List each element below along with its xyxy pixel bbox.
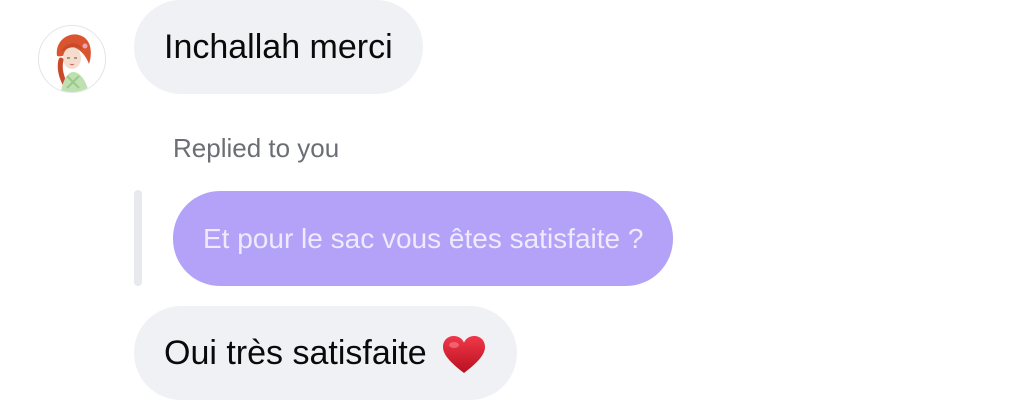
message-text: Oui très satisfaite bbox=[164, 333, 427, 372]
reply-indicator-bar bbox=[134, 190, 142, 286]
message-bubble-incoming[interactable]: Oui très satisfaite bbox=[134, 306, 517, 400]
quoted-message-bubble[interactable]: Et pour le sac vous êtes satisfaite ? bbox=[173, 191, 674, 286]
quoted-message-text: Et pour le sac vous êtes satisfaite ? bbox=[203, 222, 644, 254]
reply-context-label: Replied to you bbox=[173, 133, 340, 163]
message-bubble-incoming[interactable]: Inchallah merci bbox=[134, 0, 423, 94]
heart-icon bbox=[441, 335, 487, 375]
message-text: Inchallah merci bbox=[164, 27, 393, 66]
contact-avatar[interactable] bbox=[38, 25, 106, 93]
avatar-illustration bbox=[39, 26, 105, 92]
